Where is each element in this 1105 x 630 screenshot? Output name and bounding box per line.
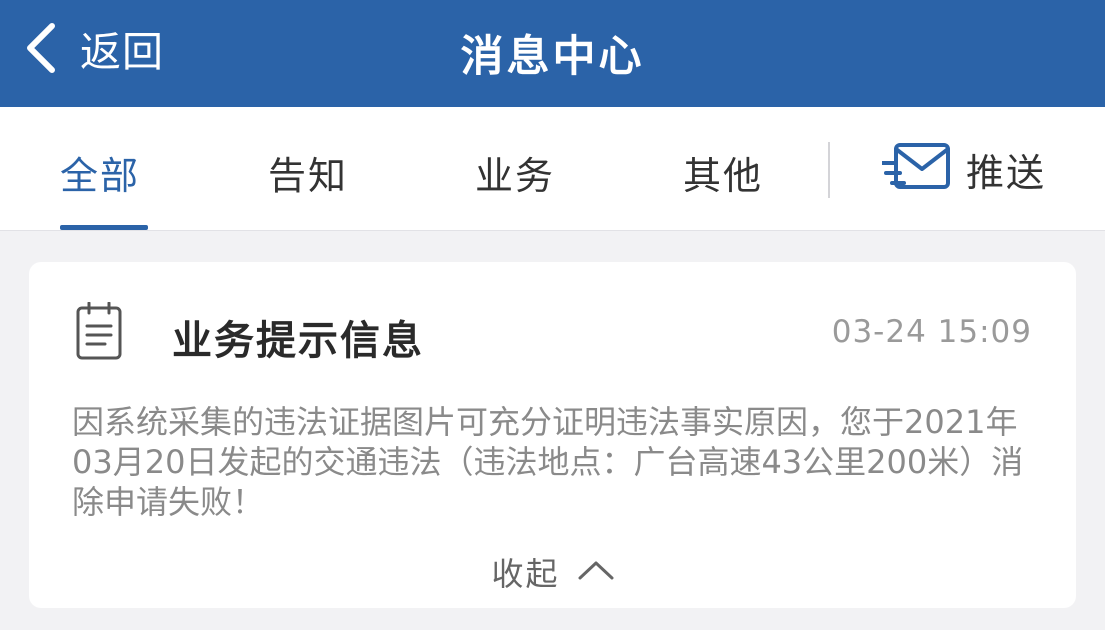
message-title: 业务提示信息 [172, 318, 424, 364]
tab-bar: 全部 告知 业务 其他 推送 [0, 107, 1105, 231]
page-title: 消息中心 [460, 32, 645, 82]
push-label: 推送 [966, 150, 1047, 195]
message-card: 业务提示信息 03-24 15:09 因系统采集的违法证据图片可充分证明违法事实… [29, 262, 1076, 608]
collapse-button[interactable]: 收起 [29, 549, 1076, 595]
tab-notice[interactable]: 告知 [268, 145, 348, 200]
push-button[interactable]: 推送 [880, 141, 1047, 197]
tab-all[interactable]: 全部 [60, 145, 140, 200]
chevron-up-icon [560, 559, 614, 585]
notepad-icon [75, 301, 123, 364]
active-tab-indicator [60, 225, 148, 230]
tab-divider [828, 142, 830, 198]
message-timestamp: 03-24 15:09 [831, 314, 1032, 350]
tab-business[interactable]: 业务 [475, 145, 555, 200]
collapse-label: 收起 [491, 555, 560, 593]
message-body: 因系统采集的违法证据图片可充分证明违法事实原因，您于2021年03月20日发起的… [72, 403, 1024, 521]
tab-other[interactable]: 其他 [683, 145, 763, 200]
nav-header: 返回 消息中心 [0, 0, 1105, 107]
mail-send-icon [880, 141, 952, 197]
